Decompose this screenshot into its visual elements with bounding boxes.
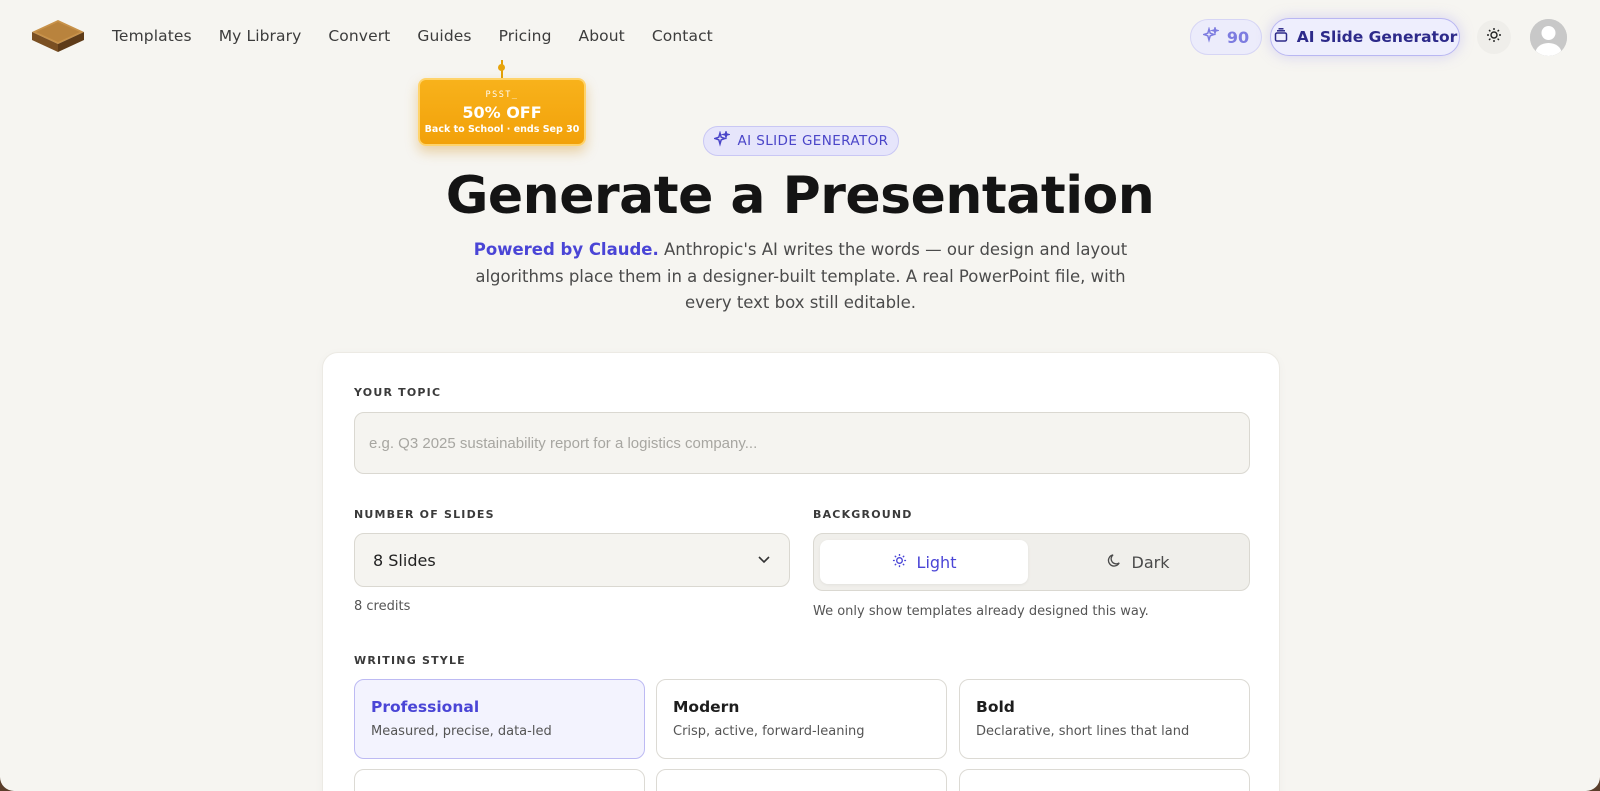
style-option-bold[interactable]: Bold Declarative, short lines that land [959, 679, 1250, 759]
slides-credits-note: 8 credits [354, 599, 411, 614]
background-toggle: Light Dark [813, 533, 1250, 591]
sparkle-icon [1201, 25, 1221, 47]
dark-label: Dark [1131, 552, 1170, 572]
topic-label: YOUR TOPIC [354, 386, 442, 399]
style-title: Bold [976, 698, 1015, 716]
promo-eyebrow: PSST_ [485, 90, 519, 100]
promo-subtext: Back to School · ends Sep 30 [424, 124, 580, 135]
promo-pin [498, 64, 505, 71]
promo-headline: 50% OFF [462, 103, 542, 122]
light-label: Light [916, 552, 957, 572]
nav-templates[interactable]: Templates [112, 27, 192, 45]
top-nav: Templates My Library Convert Guides Pric… [0, 0, 1600, 76]
badge-label: AI SLIDE GENERATOR [737, 133, 889, 149]
generator-form-card: YOUR TOPIC NUMBER OF SLIDES 8 Slides 8 c… [322, 352, 1280, 791]
moon-icon [1107, 553, 1122, 572]
nav-pricing[interactable]: Pricing [499, 27, 552, 45]
nav-contact[interactable]: Contact [652, 27, 713, 45]
hero-description: Powered by Claude. Anthropic's AI writes… [470, 237, 1131, 317]
style-option-professional[interactable]: Professional Measured, precise, data-led [354, 679, 645, 759]
credits-count: 90 [1226, 27, 1250, 47]
nav-links: Templates My Library Convert Guides Pric… [112, 27, 740, 45]
app-window: Templates My Library Convert Guides Pric… [0, 0, 1600, 791]
background-note: We only show templates already designed … [813, 604, 1149, 619]
sun-icon [1486, 27, 1502, 47]
style-title: Professional [371, 698, 480, 716]
style-desc: Measured, precise, data-led [371, 724, 552, 739]
slides-value: 8 Slides [373, 550, 436, 570]
style-option-partial[interactable] [959, 769, 1250, 791]
chevron-down-icon [757, 551, 771, 570]
powered-by-claude: Powered by Claude. [473, 240, 659, 259]
background-dark-option[interactable]: Dark [1034, 540, 1242, 584]
ai-slide-generator-button[interactable]: AI Slide Generator [1270, 18, 1460, 56]
style-option-modern[interactable]: Modern Crisp, active, forward-leaning [656, 679, 947, 759]
writing-style-label: WRITING STYLE [354, 654, 466, 667]
sparkle-icon [712, 129, 731, 151]
avatar[interactable] [1530, 19, 1567, 56]
theme-toggle-button[interactable] [1477, 20, 1511, 54]
style-option-partial[interactable] [656, 769, 947, 791]
section-badge: AI SLIDE GENERATOR [703, 126, 899, 156]
credits-pill[interactable]: 90 [1190, 19, 1262, 55]
style-title: Modern [673, 698, 740, 716]
slides-label: NUMBER OF SLIDES [354, 508, 495, 521]
slides-select[interactable]: 8 Slides [354, 533, 790, 587]
topic-input[interactable] [354, 412, 1250, 474]
page-title: Generate a Presentation [445, 166, 1155, 226]
sun-icon [892, 553, 907, 572]
nav-my-library[interactable]: My Library [219, 27, 302, 45]
style-desc: Declarative, short lines that land [976, 724, 1190, 739]
style-desc: Crisp, active, forward-leaning [673, 724, 865, 739]
nav-guides[interactable]: Guides [417, 27, 471, 45]
promo-tag[interactable]: PSST_ 50% OFF Back to School · ends Sep … [418, 78, 586, 146]
nav-convert[interactable]: Convert [328, 27, 390, 45]
background-label: BACKGROUND [813, 508, 913, 521]
nav-about[interactable]: About [579, 27, 625, 45]
background-light-option[interactable]: Light [820, 540, 1028, 584]
generator-label: AI Slide Generator [1296, 28, 1458, 46]
stack-icon [1273, 27, 1289, 47]
logo[interactable] [30, 16, 86, 56]
style-option-partial[interactable] [354, 769, 645, 791]
